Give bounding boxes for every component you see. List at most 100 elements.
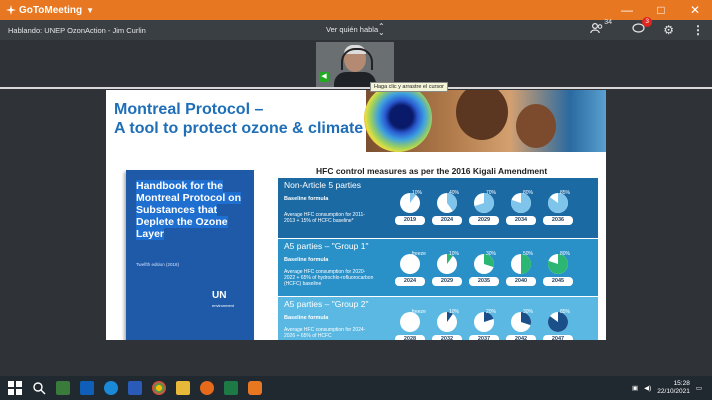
app-menu-chevron-icon[interactable]: ▼ [86,6,94,15]
step-year-label: 2029 [469,216,499,225]
active-speaker-label: Hablando: UNEP OzonAction - Jim Curlin [8,25,146,35]
step-marker: 30% 2035 [468,251,500,286]
step-marker: 20% 2037 [468,309,500,340]
step-year-label: 2035 [469,277,499,286]
step-percent-label: 85% [560,190,571,196]
step-year-label: 2034 [506,216,536,225]
close-button[interactable]: ✕ [678,0,712,20]
handbook-title: Handbook for the Montreal Protocol on Su… [136,180,246,240]
stage-divider [0,87,712,89]
group-panel-a5-group1: A5 parties – "Group 1" Baseline formula … [278,239,598,296]
step-year-label: 2037 [469,335,499,340]
handbook-edition: Twelfth edition (2018) [136,262,180,267]
step-percent-label: 30% [523,309,534,315]
search-icon[interactable] [32,381,46,395]
step-year-label: 2028 [395,335,425,340]
speaker-headset [341,48,373,70]
step-percent-label: 30% [486,251,497,257]
chat-unread-badge: 3 [642,17,653,27]
step-percent-label: 40% [449,190,460,196]
group-name: A5 parties – "Group 2" [284,299,369,309]
app-icon-1[interactable] [56,381,70,395]
step-marker: freeze 2024 [394,251,426,286]
chrome-icon[interactable] [152,381,166,395]
step-percent-label: 70% [486,190,497,196]
step-percent-label: freeze [412,251,426,257]
group-name: Non-Article 5 parties [284,180,362,190]
settings-gear-icon[interactable]: ⚙ [663,23,674,37]
step-marker: 30% 2042 [505,309,537,340]
gotomeeting-logo-icon [6,5,16,15]
step-percent-label: 50% [523,251,534,257]
gotomeeting-taskbar-icon[interactable] [248,381,262,395]
child-photo-face-1 [456,90,508,140]
step-pie-slice [521,254,531,274]
step-year-label: 2024 [395,277,425,286]
outlook-icon[interactable] [80,381,94,395]
slide-title-line-1: Montreal Protocol – [114,101,264,118]
firefox-icon[interactable] [200,381,214,395]
un-logo: UN [212,290,227,301]
step-marker: 80% 2034 [505,190,537,225]
step-percent-label: 80% [560,251,571,257]
slide-title-line-2: A tool to protect ozone & climate [114,120,364,137]
volume-icon[interactable]: ◀) [644,384,651,392]
baseline-label: Baseline formula [284,315,329,321]
word-icon[interactable] [128,381,142,395]
step-percent-label: 85% [560,309,571,315]
system-tray: ▣ ◀) 15:28 22/10/2021 ▭ [632,376,702,400]
step-marker: 10% 2029 [431,251,463,286]
baseline-formula: Average HFC consumption for 2024-2026 + … [284,327,366,339]
attendees-button[interactable]: 34 [590,19,612,37]
step-year-label: 2019 [395,216,425,225]
minimize-button[interactable]: — [610,0,644,20]
baseline-formula: Average HFC consumption for 2011-2013 + … [284,212,365,224]
more-options-icon[interactable]: ⋮ [692,23,704,37]
meeting-control-bar: Hablando: UNEP OzonAction - Jim Curlin V… [0,17,712,40]
step-year-label: 2024 [432,216,462,225]
step-marker: 50% 2040 [505,251,537,286]
step-percent-label: freeze [412,309,426,315]
windows-start-icon[interactable] [8,381,22,395]
step-percent-label: 10% [449,309,460,315]
window-controls: — □ ✕ [610,0,712,20]
attendees-icon [590,22,603,34]
chat-button[interactable]: 3 [632,17,653,37]
step-marker: 40% 2024 [431,190,463,225]
step-percent-label: 20% [486,309,497,315]
excel-icon[interactable] [224,381,238,395]
viewer-mode-chevron-icon[interactable]: ⌃ ⌄ [378,23,385,37]
app-title-bar: GoToMeeting ▼ — □ ✕ [0,0,712,20]
slide-title: Montreal Protocol – A tool to protect oz… [114,100,363,138]
handbook-title-text: Handbook for the Montreal Protocol on Su… [136,180,241,240]
baseline-label: Baseline formula [284,196,329,202]
step-marker: 80% 2045 [542,251,574,286]
notifications-icon[interactable]: ▭ [696,384,702,392]
step-marker: 10% 2032 [431,309,463,340]
step-year-label: 2045 [543,277,573,286]
drag-tooltip: Haga clic y arrastre el cursor [370,82,448,92]
shared-slide: Montreal Protocol – A tool to protect oz… [106,90,606,340]
viewer-mode-select[interactable]: Ver quién habla [326,20,378,40]
windows-taskbar: ▣ ◀) 15:28 22/10/2021 ▭ [0,376,712,400]
child-photo-face-2 [516,104,556,148]
step-year-label: 2042 [506,335,536,340]
baseline-formula: Average HFC consumption for 2020-2022 + … [284,269,374,287]
taskbar-clock[interactable]: 15:28 22/10/2021 [657,380,690,396]
speaking-audio-icon: ◀ [319,72,329,82]
step-year-label: 2047 [543,335,573,340]
step-year-label: 2032 [432,335,462,340]
network-icon[interactable]: ▣ [632,384,638,392]
step-year-label: 2040 [506,277,536,286]
group-name: A5 parties – "Group 1" [284,241,369,251]
step-marker: 85% 2036 [542,190,574,225]
handbook-cover: Handbook for the Montreal Protocol on Su… [126,170,254,340]
step-marker: 70% 2029 [468,190,500,225]
step-marker: 85% 2047 [542,309,574,340]
hfc-table-title: HFC control measures as per the 2016 Kig… [316,166,548,176]
edge-icon[interactable] [104,381,118,395]
step-percent-label: 10% [449,251,460,257]
step-marker: freeze 2028 [394,309,426,340]
file-explorer-icon[interactable] [176,381,190,395]
baseline-label: Baseline formula [284,257,329,263]
